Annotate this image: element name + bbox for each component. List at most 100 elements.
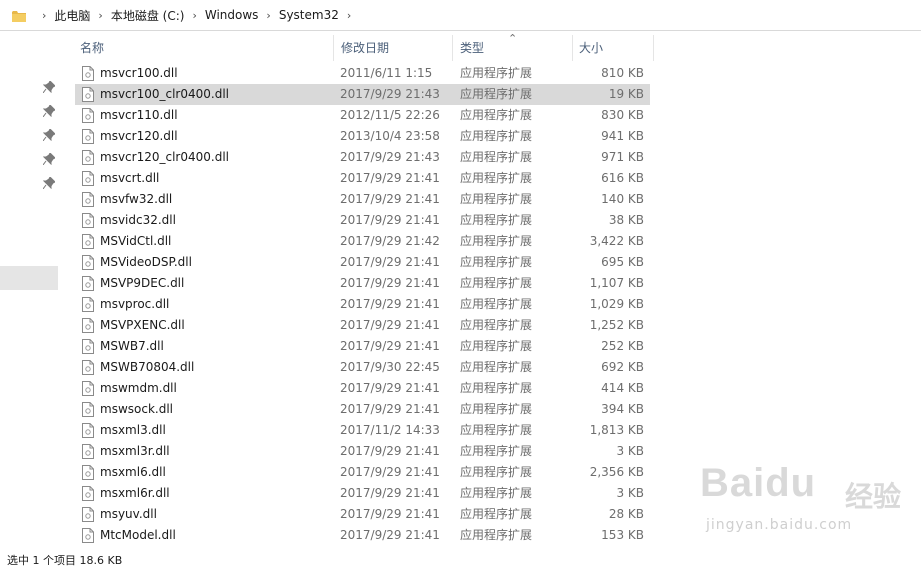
file-name: MSVP9DEC.dll [100, 276, 185, 290]
pin-icon[interactable] [43, 105, 55, 117]
breadcrumb-local-disk[interactable]: 本地磁盘 (C:) [111, 7, 185, 24]
file-row[interactable]: msvcr100_clr0400.dll 2017/9/29 21:43 应用程序扩… [75, 84, 650, 105]
file-size: 252 KB [601, 339, 644, 353]
file-name: msxml3r.dll [100, 444, 170, 458]
file-type: 应用程序扩展 [460, 66, 533, 80]
breadcrumb-this-pc[interactable]: 此电脑 [54, 7, 90, 24]
file-type: 应用程序扩展 [460, 402, 533, 416]
file-name: mswmdm.dll [100, 381, 177, 395]
file-row[interactable]: msxml3r.dll 2017/9/29 21:41 应用程序扩展 3 KB [75, 441, 650, 462]
file-date: 2017/9/29 21:41 [340, 192, 440, 206]
file-date: 2012/11/5 22:26 [340, 108, 440, 122]
file-row[interactable]: msvproc.dll 2017/9/29 21:41 应用程序扩展 1,029 KB [75, 294, 650, 315]
file-row[interactable]: msvcr110.dll 2012/11/5 22:26 应用程序扩展 830 KB [75, 105, 650, 126]
file-type: 应用程序扩展 [460, 318, 533, 332]
file-date: 2017/9/29 21:41 [340, 444, 440, 458]
file-row[interactable]: MSWB7.dll 2017/9/29 21:41 应用程序扩展 252 KB [75, 336, 650, 357]
dll-file-icon [82, 87, 94, 102]
file-size: 140 KB [601, 192, 644, 206]
address-bar[interactable]: › 此电脑 › 本地磁盘 (C:) › Windows › System32 › [0, 0, 921, 31]
file-size: 2,356 KB [589, 465, 644, 479]
column-name[interactable]: 名称 [80, 35, 104, 61]
dll-file-icon [82, 360, 94, 375]
column-type[interactable]: 类型 [460, 35, 484, 61]
pin-icon[interactable] [43, 153, 55, 165]
file-row[interactable]: MSVPXENC.dll 2017/9/29 21:41 应用程序扩展 1,252 K… [75, 315, 650, 336]
chevron-right-icon[interactable]: › [98, 9, 102, 22]
nav-item-selected[interactable] [0, 266, 58, 290]
column-date[interactable]: 修改日期 [341, 35, 389, 61]
breadcrumb-system32[interactable]: System32 [279, 8, 339, 22]
file-name: msvcr110.dll [100, 108, 178, 122]
breadcrumb-windows[interactable]: Windows [205, 8, 259, 22]
file-row[interactable]: mswsock.dll 2017/9/29 21:41 应用程序扩展 394 KB [75, 399, 650, 420]
file-row[interactable]: msxml3.dll 2017/11/2 14:33 应用程序扩展 1,813 KB [75, 420, 650, 441]
file-row[interactable]: msvcr120.dll 2013/10/4 23:58 应用程序扩展 941 KB [75, 126, 650, 147]
file-row[interactable]: MSVP9DEC.dll 2017/9/29 21:41 应用程序扩展 1,107 K… [75, 273, 650, 294]
file-size: 692 KB [601, 360, 644, 374]
file-size: 153 KB [601, 528, 644, 542]
file-date: 2017/9/29 21:41 [340, 402, 440, 416]
file-size: 971 KB [601, 150, 644, 164]
file-name: msvfw32.dll [100, 192, 173, 206]
file-date: 2013/10/4 23:58 [340, 129, 440, 143]
file-size: 616 KB [601, 171, 644, 185]
dll-file-icon [82, 150, 94, 165]
file-name: msvcr120_clr0400.dll [100, 150, 229, 164]
file-size: 941 KB [601, 129, 644, 143]
file-name: msxml6.dll [100, 465, 166, 479]
column-divider[interactable] [452, 35, 453, 61]
chevron-right-icon[interactable]: › [42, 9, 46, 22]
column-divider[interactable] [653, 35, 654, 61]
dll-file-icon [82, 507, 94, 522]
file-row[interactable]: msvidc32.dll 2017/9/29 21:41 应用程序扩展 38 KB [75, 210, 650, 231]
file-name: msvcr100_clr0400.dll [100, 87, 229, 101]
file-row[interactable]: msvcrt.dll 2017/9/29 21:41 应用程序扩展 616 KB [75, 168, 650, 189]
file-row[interactable]: msvcr120_clr0400.dll 2017/9/29 21:43 应用程序扩… [75, 147, 650, 168]
dll-file-icon [82, 66, 94, 81]
file-type: 应用程序扩展 [460, 87, 533, 101]
file-size: 414 KB [601, 381, 644, 395]
file-row[interactable]: msvfw32.dll 2017/9/29 21:41 应用程序扩展 140 KB [75, 189, 650, 210]
pin-icon[interactable] [43, 81, 55, 93]
baidu-jingyan-watermark: Baidu 经验 jingyan.baidu.com [700, 455, 910, 555]
chevron-right-icon[interactable]: › [266, 9, 270, 22]
file-date: 2017/9/29 21:41 [340, 171, 440, 185]
folder-icon [12, 10, 26, 22]
status-bar-text: 选中 1 个项目 18.6 KB [7, 554, 123, 567]
column-size[interactable]: 大小 [579, 35, 603, 61]
file-size: 3 KB [616, 444, 644, 458]
file-date: 2017/9/29 21:42 [340, 234, 440, 248]
file-type: 应用程序扩展 [460, 465, 533, 479]
column-divider[interactable] [333, 35, 334, 61]
file-size: 1,813 KB [589, 423, 644, 437]
file-date: 2017/9/29 21:41 [340, 507, 440, 521]
file-row[interactable]: mswmdm.dll 2017/9/29 21:41 应用程序扩展 414 KB [75, 378, 650, 399]
file-size: 28 KB [608, 507, 644, 521]
file-size: 1,107 KB [589, 276, 644, 290]
file-row[interactable]: msxml6.dll 2017/9/29 21:41 应用程序扩展 2,356 KB [75, 462, 650, 483]
chevron-right-icon[interactable]: › [192, 9, 196, 22]
dll-file-icon [82, 192, 94, 207]
column-divider[interactable] [572, 35, 573, 61]
dll-file-icon [82, 318, 94, 333]
file-date: 2017/9/29 21:41 [340, 528, 440, 542]
file-row[interactable]: MtcModel.dll 2017/9/29 21:41 应用程序扩展 153 KB [75, 525, 650, 546]
file-name: MSVidCtl.dll [100, 234, 172, 248]
pin-icon[interactable] [43, 177, 55, 189]
file-type: 应用程序扩展 [460, 255, 533, 269]
file-name: mswsock.dll [100, 402, 173, 416]
dll-file-icon [82, 423, 94, 438]
file-row[interactable]: MSVideoDSP.dll 2017/9/29 21:41 应用程序扩展 695 K… [75, 252, 650, 273]
pin-icon[interactable] [43, 129, 55, 141]
file-row[interactable]: msvcr100.dll 2011/6/11 1:15 应用程序扩展 810 KB [75, 63, 650, 84]
chevron-right-icon[interactable]: › [347, 9, 351, 22]
file-row[interactable]: MSWB70804.dll 2017/9/30 22:45 应用程序扩展 692 KB [75, 357, 650, 378]
file-name: msvproc.dll [100, 297, 170, 311]
navigation-pane [0, 31, 60, 559]
file-date: 2017/9/29 21:41 [340, 486, 440, 500]
file-row[interactable]: MSVidCtl.dll 2017/9/29 21:42 应用程序扩展 3,422 K… [75, 231, 650, 252]
file-row[interactable]: msxml6r.dll 2017/9/29 21:41 应用程序扩展 3 KB [75, 483, 650, 504]
file-row[interactable]: msyuv.dll 2017/9/29 21:41 应用程序扩展 28 KB [75, 504, 650, 525]
file-name: msvcr100.dll [100, 66, 178, 80]
